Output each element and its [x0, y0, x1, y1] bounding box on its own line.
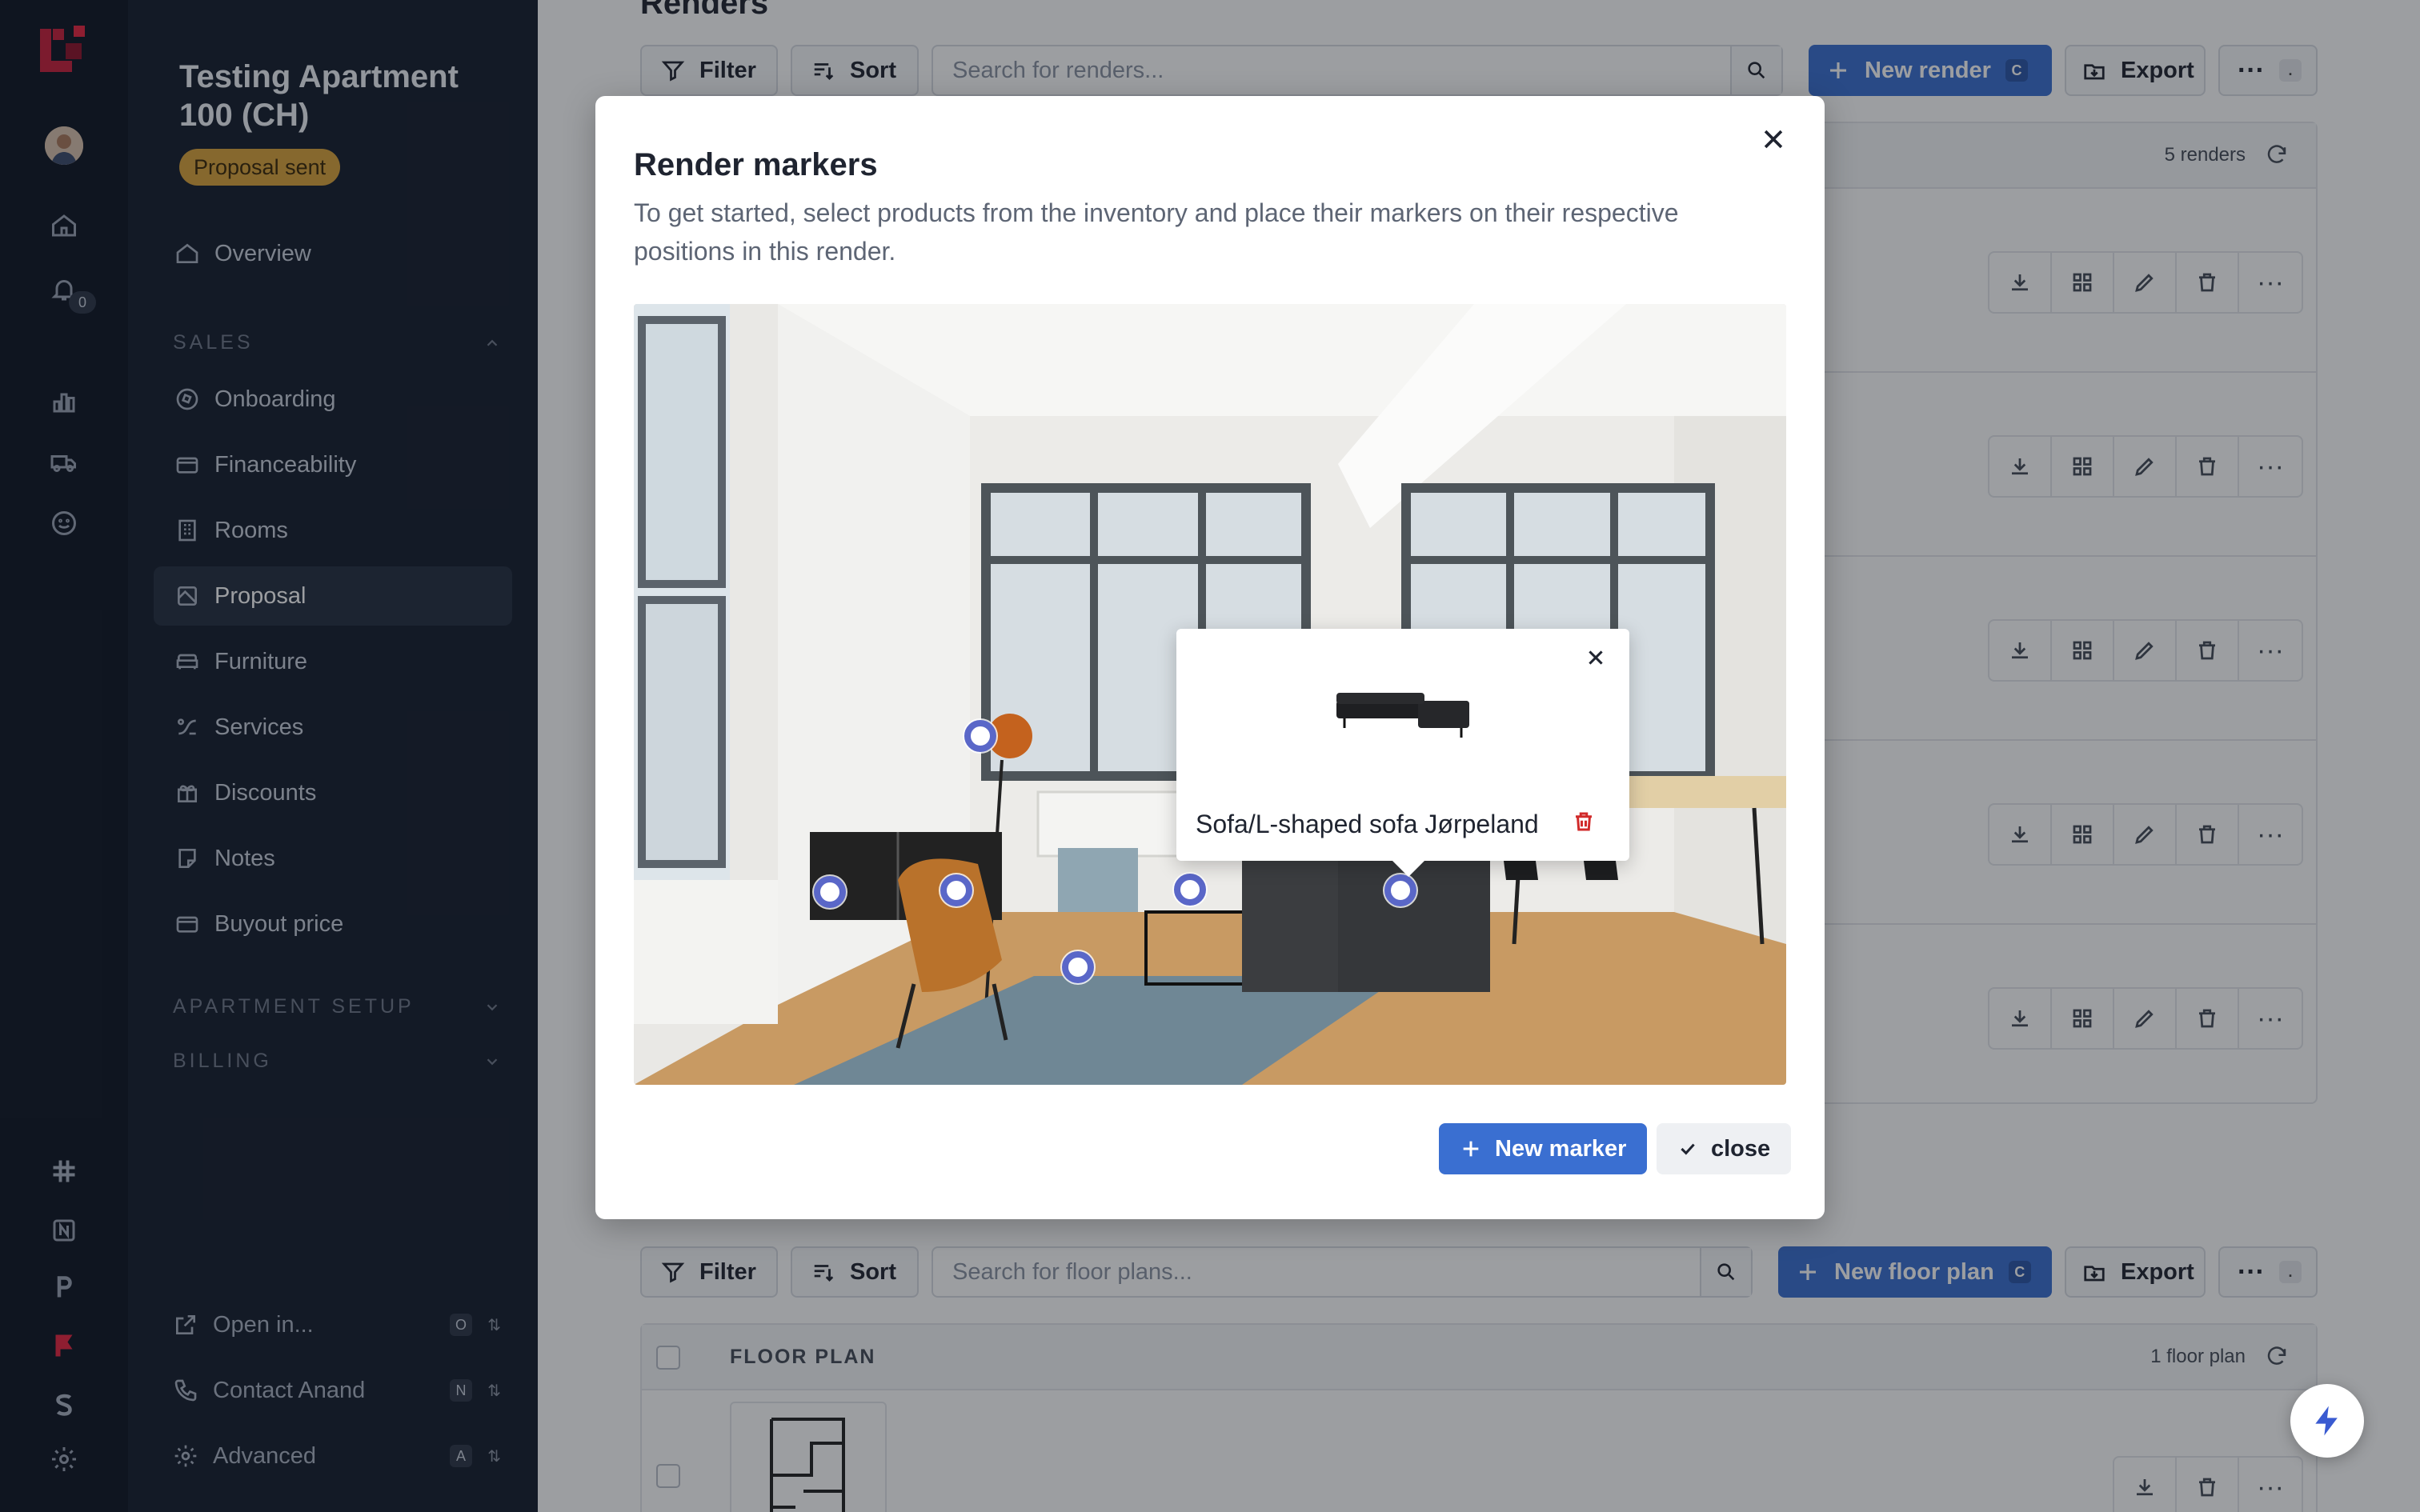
render-marker[interactable]	[1174, 874, 1206, 906]
render-markers-dialog: Render markers To get started, select pr…	[595, 96, 1825, 1219]
close-icon[interactable]	[1751, 117, 1796, 162]
lightning-bolt-icon	[2315, 1406, 2338, 1436]
dialog-description: To get started, select products from the…	[634, 198, 1679, 266]
quick-action-button[interactable]	[2290, 1384, 2364, 1458]
render-marker[interactable]	[964, 720, 996, 752]
close-label: close	[1711, 1135, 1771, 1162]
close-button[interactable]: close	[1657, 1123, 1792, 1174]
render-marker[interactable]	[1384, 874, 1416, 906]
marker-product-popup: Sofa/L-shaped sofa Jørpeland	[1176, 629, 1629, 877]
new-marker-button[interactable]: New marker	[1439, 1123, 1648, 1174]
new-marker-label: New marker	[1495, 1135, 1627, 1162]
product-thumbnail	[1333, 690, 1472, 741]
render-image[interactable]: Sofa/L-shaped sofa Jørpeland	[634, 304, 1786, 1085]
render-marker[interactable]	[814, 876, 846, 908]
dialog-title: Render markers	[634, 147, 878, 182]
check-icon	[1681, 1143, 1695, 1155]
trash-icon[interactable]	[1572, 810, 1596, 838]
popup-product-name: Sofa/L-shaped sofa Jørpeland	[1196, 810, 1539, 838]
render-marker[interactable]	[1062, 951, 1094, 983]
close-icon[interactable]	[1581, 643, 1610, 672]
plus-icon	[1463, 1141, 1479, 1157]
render-marker[interactable]	[940, 874, 972, 906]
